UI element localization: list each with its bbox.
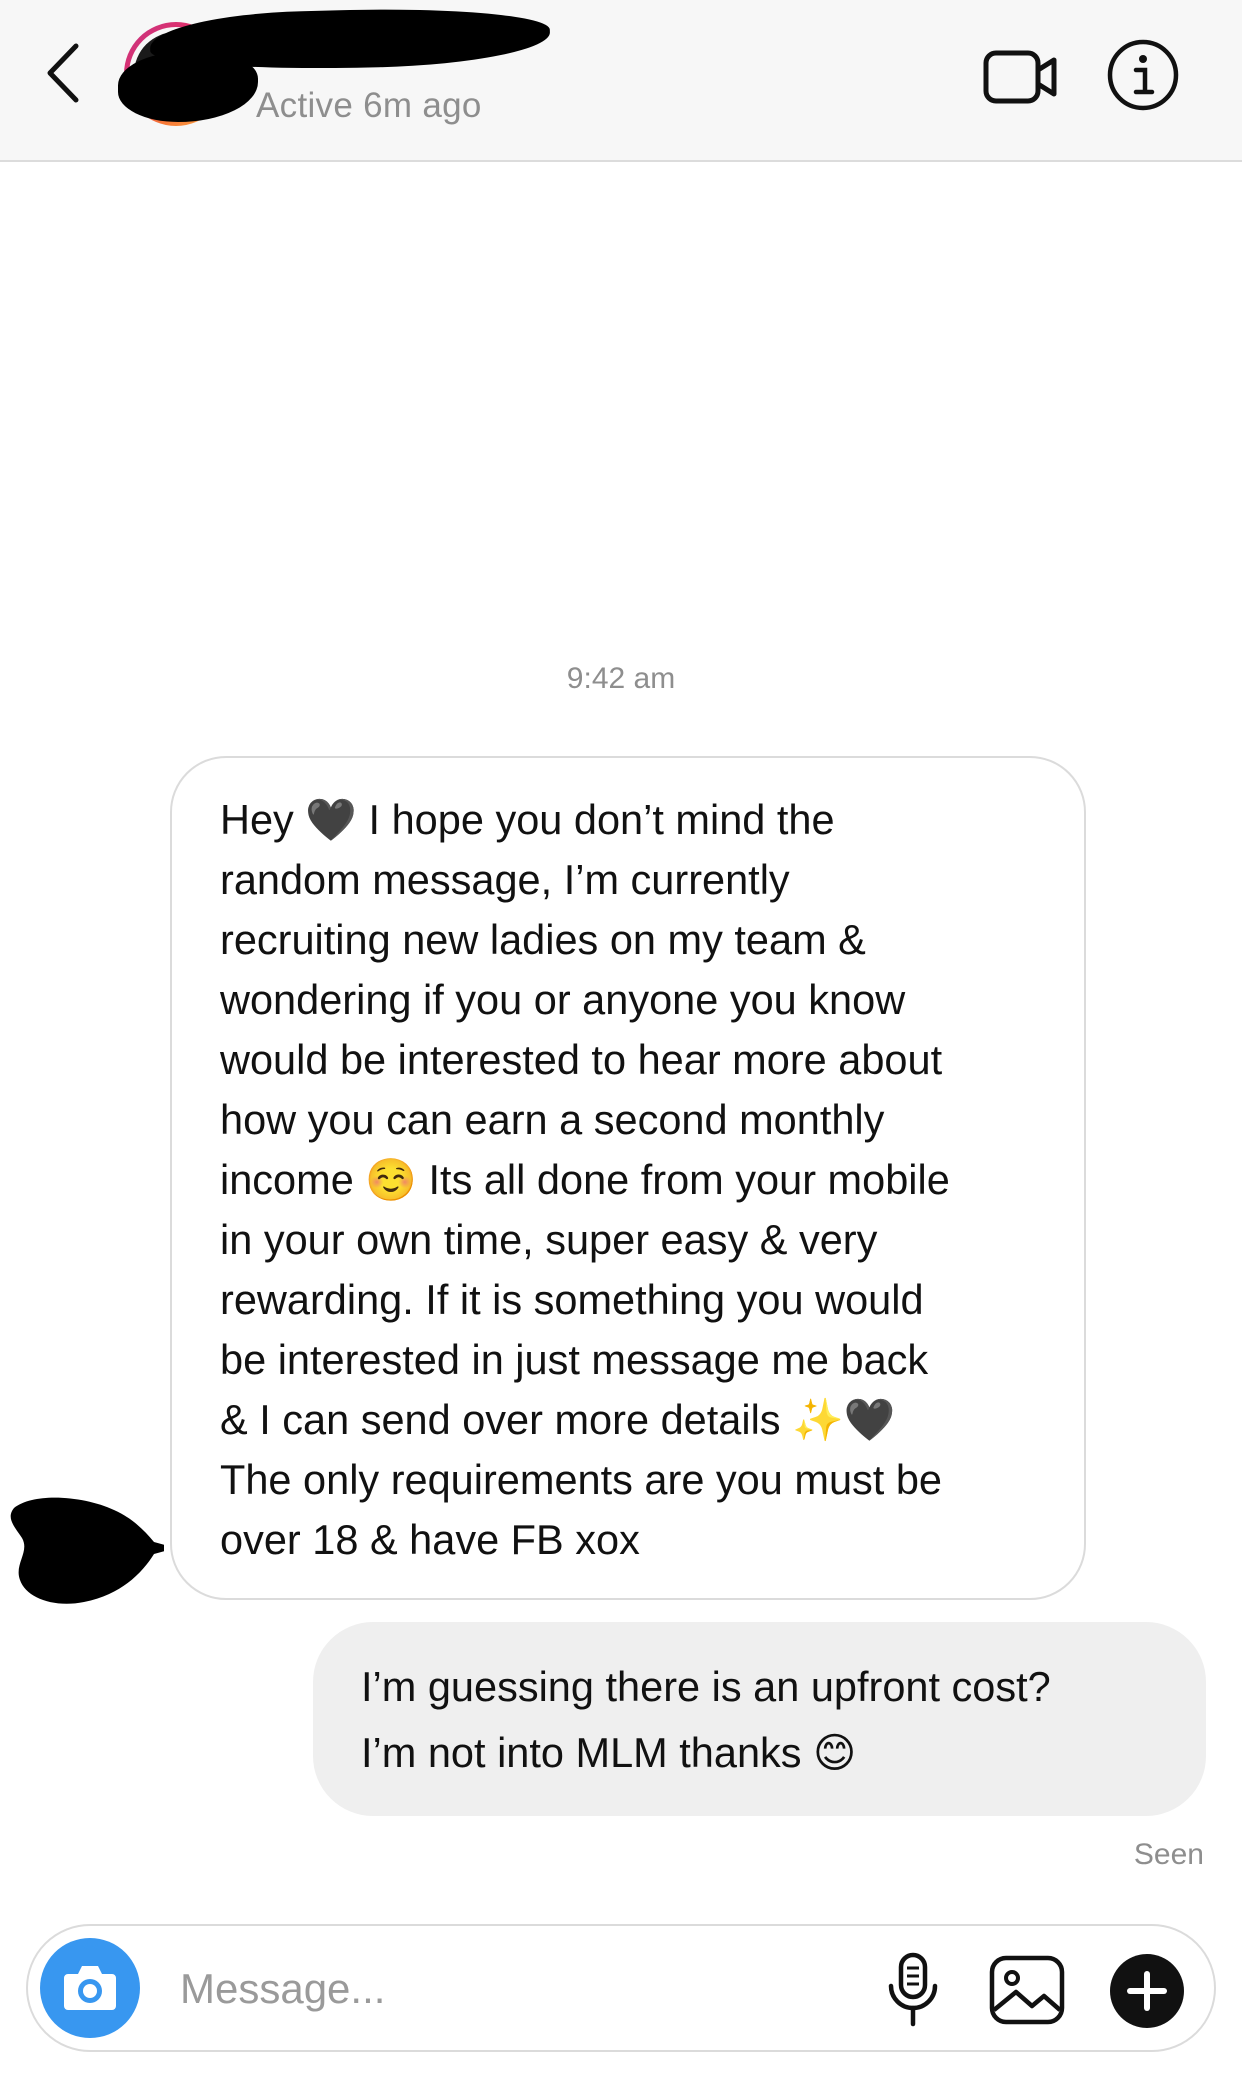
active-status: Active 6m ago <box>256 86 482 125</box>
microphone-icon <box>888 1952 938 2027</box>
add-content-button[interactable] <box>1110 1954 1184 2028</box>
camera-button[interactable] <box>40 1938 140 2038</box>
redacted-sender-avatar <box>10 1497 164 1604</box>
chat-header: Active 6m ago <box>0 0 1242 162</box>
plus-icon <box>1127 1971 1167 2011</box>
message-input[interactable] <box>178 1952 862 2026</box>
chevron-left-icon <box>47 43 79 103</box>
redaction-mark <box>118 52 258 122</box>
back-button[interactable] <box>40 38 90 108</box>
outgoing-message-bubble[interactable]: I’m guessing there is an upfront cost? I… <box>313 1622 1206 1816</box>
message-composer <box>26 1924 1216 2052</box>
message-timestamp: 9:42 am <box>566 662 676 695</box>
gallery-button[interactable] <box>988 1954 1066 2026</box>
video-camera-icon <box>983 50 1057 104</box>
camera-icon <box>64 1966 116 2010</box>
outgoing-message-text: I’m guessing there is an upfront cost? I… <box>361 1663 1051 1776</box>
image-icon <box>989 1955 1065 2025</box>
incoming-message-text: Hey 🖤 I hope you don’t mind the random m… <box>220 796 950 1563</box>
seen-indicator: Seen <box>1133 1838 1204 1871</box>
voice-message-button[interactable] <box>884 1952 942 2028</box>
incoming-message-bubble[interactable]: Hey 🖤 I hope you don’t mind the random m… <box>170 756 1086 1600</box>
info-icon <box>1107 39 1179 111</box>
video-call-button[interactable] <box>982 48 1060 106</box>
info-button[interactable] <box>1106 38 1180 112</box>
